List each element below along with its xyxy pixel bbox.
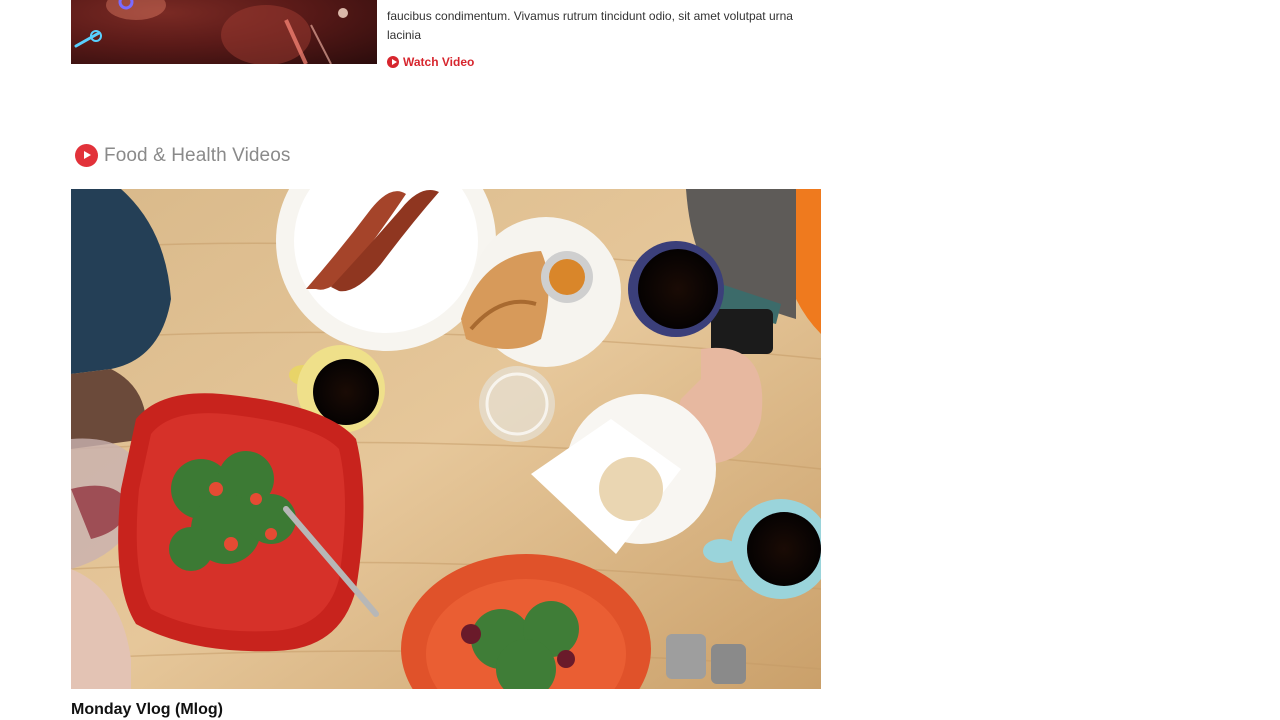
watch-video-link[interactable]: Watch Video xyxy=(387,55,474,69)
description-line: lacinia xyxy=(387,28,422,42)
previous-video-thumbnail[interactable] xyxy=(71,0,377,64)
watch-video-label: Watch Video xyxy=(403,55,475,69)
food-table-image xyxy=(70,131,831,720)
section-header: Food & Health Videos xyxy=(75,144,291,167)
previous-video-description: faucibus condimentum. Vivamus rutrum tin… xyxy=(387,0,817,45)
cut-off-line xyxy=(387,0,817,7)
description-line: faucibus condimentum. Vivamus rutrum tin… xyxy=(387,9,793,23)
section-title: Food & Health Videos xyxy=(104,144,291,166)
video-thumbnail[interactable] xyxy=(70,131,831,720)
play-circle-icon xyxy=(75,144,98,167)
play-circle-icon xyxy=(387,56,399,68)
video-title[interactable]: Monday Vlog (Mlog) xyxy=(71,701,223,719)
